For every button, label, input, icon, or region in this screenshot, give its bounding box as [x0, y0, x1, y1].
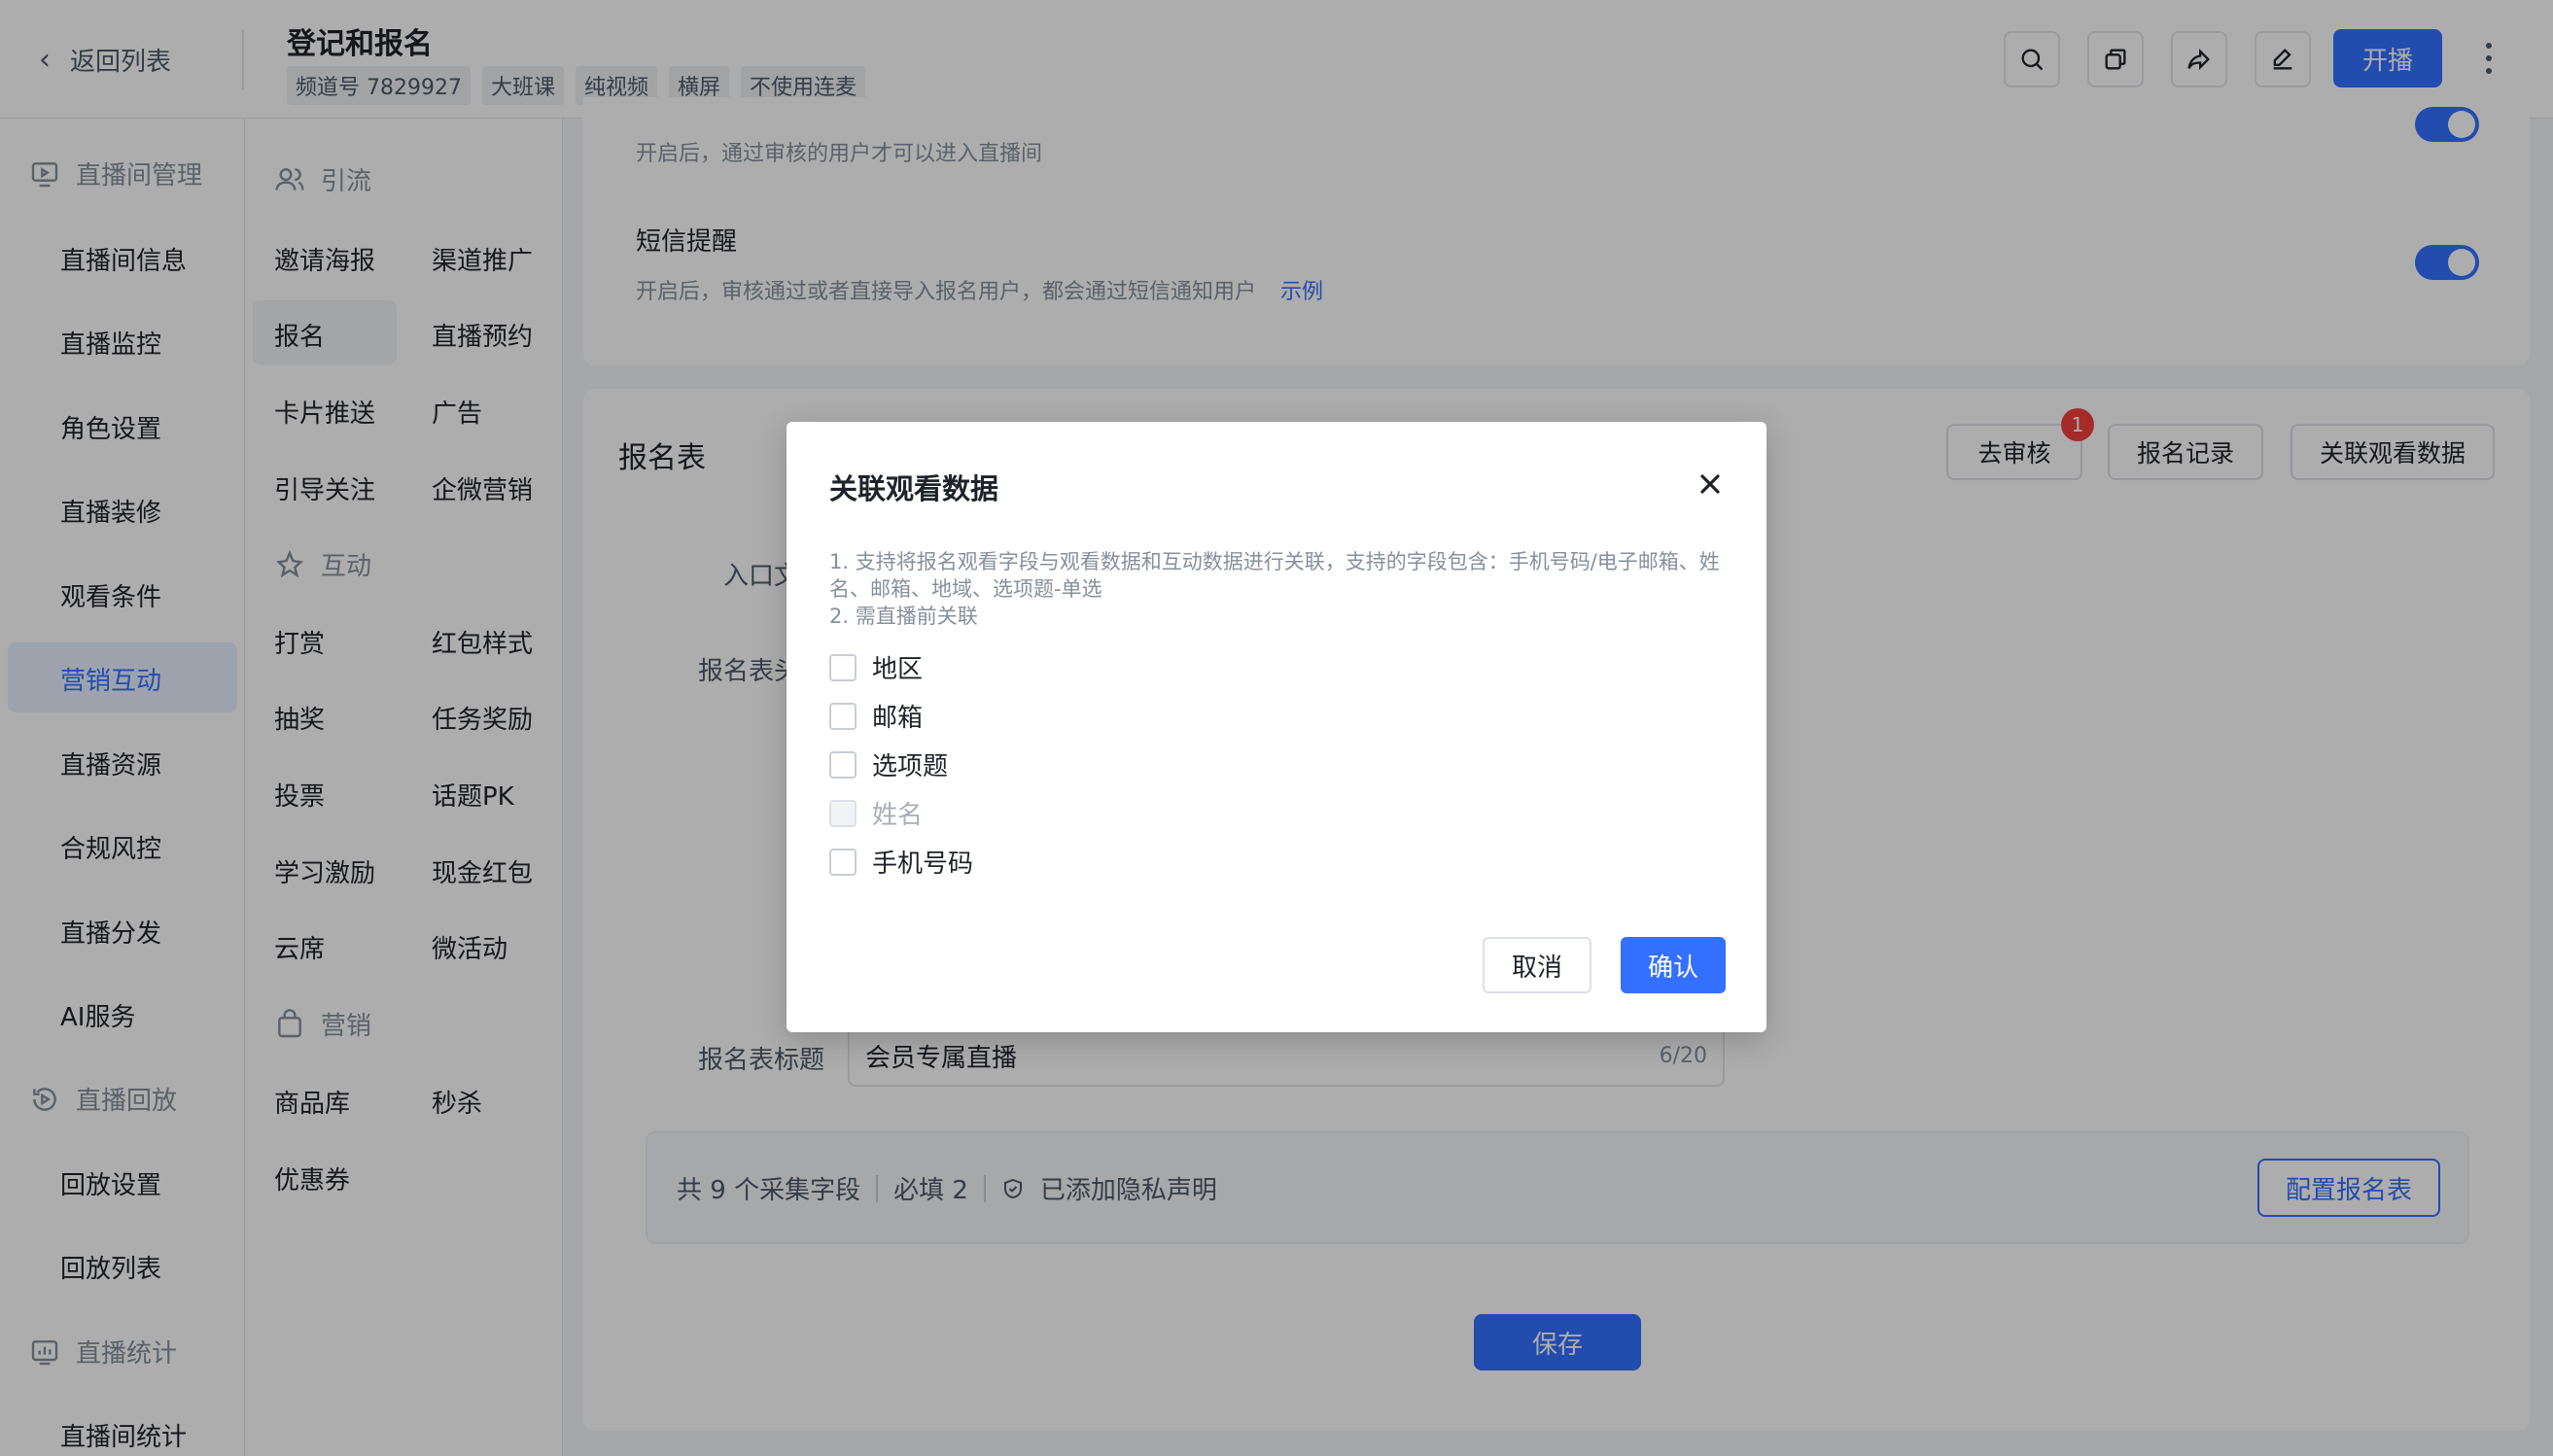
modal-description: 1. 支持将报名观看字段与观看数据和互动数据进行关联，支持的字段包含：手机号码/… [829, 550, 1720, 628]
modal-cancel-button[interactable]: 取消 [1483, 937, 1591, 993]
checkbox[interactable] [829, 702, 857, 730]
option-name-disabled: 姓名 [829, 795, 923, 831]
close-icon[interactable] [1695, 468, 1726, 500]
checkbox[interactable] [829, 653, 857, 681]
checkbox[interactable] [829, 750, 857, 779]
modal-title: 关联观看数据 [829, 472, 999, 505]
option-choice-question[interactable]: 选项题 [829, 746, 948, 782]
option-region[interactable]: 地区 [829, 649, 923, 685]
modal-confirm-button[interactable]: 确认 [1621, 937, 1726, 993]
checkbox[interactable] [829, 848, 857, 876]
checkbox-disabled [829, 799, 857, 827]
option-email[interactable]: 邮箱 [829, 698, 923, 734]
option-phone[interactable]: 手机号码 [829, 844, 973, 880]
link-watch-data-modal: 关联观看数据 1. 支持将报名观看字段与观看数据和互动数据进行关联，支持的字段包… [787, 422, 1766, 1032]
